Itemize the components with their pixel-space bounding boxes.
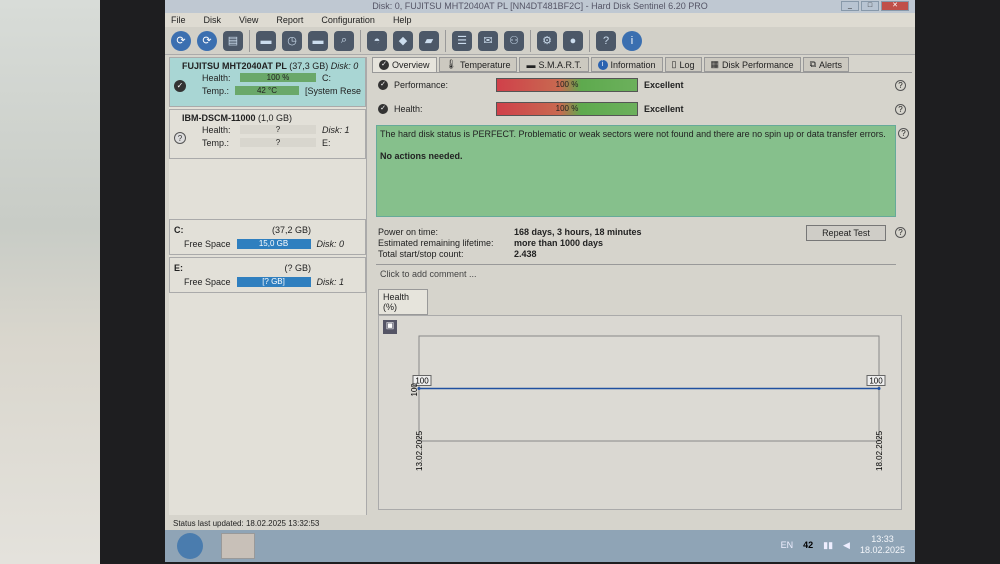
help-icon[interactable]: ? bbox=[895, 79, 906, 91]
alerts-icon: ⧉ bbox=[809, 59, 816, 69]
system-tray: EN 42 ▮▮ ◀ 13:33 18.02.2025 bbox=[780, 534, 905, 556]
data-label: 100 bbox=[869, 377, 883, 386]
disk-item-1[interactable]: IBM-DSCM-11000 (1,0 GB) ? Health:? Disk: … bbox=[169, 109, 366, 159]
help-icon[interactable]: ? bbox=[898, 128, 909, 139]
info-icon: i bbox=[597, 59, 608, 70]
disk-info: Power on time: Estimated remaining lifeti… bbox=[372, 217, 912, 260]
performance-row: ✓ Performance: 100 % Excellent? bbox=[372, 73, 912, 97]
network-icon[interactable]: ▮▮ bbox=[823, 540, 833, 551]
check-icon: ✓ bbox=[174, 80, 186, 92]
clock-time: 13:33 bbox=[871, 534, 894, 544]
thermometer-icon: 🌡 bbox=[445, 59, 457, 69]
background-wall bbox=[0, 0, 100, 564]
schedule-test-icon[interactable]: ◷ bbox=[282, 30, 302, 51]
check-icon: ✓ bbox=[379, 60, 389, 70]
tab-overview[interactable]: ✓ Overview bbox=[372, 57, 437, 72]
free-space-bar: 15,0 GB bbox=[236, 239, 311, 249]
window-controls: _ □ ✕ bbox=[841, 1, 909, 11]
y-tick-label: 100 bbox=[410, 383, 419, 397]
tab-alerts[interactable]: ⧉ Alerts bbox=[802, 57, 850, 72]
disk-list-panel: FUJITSU MHT2040AT PL (37,3 GB) Disk: 0 ✓… bbox=[169, 57, 367, 515]
x-tick-label: 18.02.2025 bbox=[875, 430, 884, 471]
tab-information[interactable]: i Information bbox=[590, 57, 663, 72]
taskbar-app-hdsentinel[interactable] bbox=[221, 533, 255, 559]
disk-icon[interactable]: ▤ bbox=[223, 30, 243, 51]
tab-smart[interactable]: ▬ S.M.A.R.T. bbox=[519, 57, 589, 72]
status-bar: Status last updated: 18.02.2025 13:32:53 bbox=[173, 519, 320, 528]
volume-e[interactable]: E: (? GB) Free Space [? GB] Disk: 1 bbox=[169, 257, 366, 293]
x-tick-label: 13.02.2025 bbox=[415, 430, 424, 471]
search-disk-icon[interactable]: ⌕ bbox=[334, 30, 354, 51]
help-icon[interactable]: ? bbox=[596, 30, 616, 51]
tab-log[interactable]: ▯ Log bbox=[664, 57, 702, 72]
drive-icon[interactable]: ◆ bbox=[393, 30, 413, 51]
clock[interactable]: 13:33 18.02.2025 bbox=[860, 534, 905, 556]
tab-bar: ✓ Overview 🌡 Temperature ▬ S.M.A.R.T. i Info… bbox=[372, 57, 912, 73]
chart-svg: 10013.02.202510018.02.2025100 bbox=[410, 335, 886, 471]
data-point bbox=[877, 387, 881, 390]
maximize-button[interactable]: □ bbox=[861, 1, 879, 11]
tab-temperature[interactable]: 🌡 Temperature bbox=[438, 57, 518, 72]
screen: Disk: 0, FUJITSU MHT2040AT PL [NN4DT481B… bbox=[165, 0, 915, 562]
alert-icon[interactable]: ● bbox=[563, 30, 583, 51]
refresh-icon[interactable]: ⟳ bbox=[171, 30, 191, 51]
test-icon[interactable]: ▬ bbox=[256, 30, 276, 51]
tab-health-chart[interactable]: Health (%) bbox=[378, 289, 428, 315]
menu-report[interactable]: Report bbox=[276, 13, 303, 27]
temp-bar: 42 °C bbox=[235, 86, 299, 95]
health-bar: 100 % bbox=[496, 102, 638, 116]
taskbar: EN 42 ▮▮ ◀ 13:33 18.02.2025 bbox=[165, 530, 915, 562]
info-icon[interactable]: i bbox=[622, 30, 642, 51]
toolbar: ⟳ ⟳ ▤ ▬ ◷ ▬ ⌕ ◓ ◆ ▰ ☰ ✉ ⚇ ⚙ ● ? i bbox=[165, 27, 915, 55]
comment-field[interactable]: Click to add comment ... bbox=[376, 264, 896, 283]
question-icon: ? bbox=[174, 132, 186, 144]
gear-icon[interactable]: ⚙ bbox=[537, 30, 557, 51]
check-icon: ✓ bbox=[378, 80, 388, 90]
dash-icon: ▬ bbox=[526, 59, 536, 70]
menu-help[interactable]: Help bbox=[393, 13, 412, 27]
menu-disk[interactable]: Disk bbox=[204, 13, 222, 27]
minimize-button[interactable]: _ bbox=[841, 1, 859, 11]
help-icon[interactable]: ? bbox=[895, 227, 906, 238]
surface-test-icon[interactable]: ▬ bbox=[308, 30, 328, 51]
health-bar: 100 % bbox=[240, 73, 316, 82]
menu-configuration[interactable]: Configuration bbox=[321, 13, 375, 27]
tray-temp[interactable]: 42 bbox=[803, 540, 813, 550]
status-box: The hard disk status is PERFECT. Problem… bbox=[376, 125, 909, 217]
free-space-bar: [? GB] bbox=[236, 277, 311, 287]
menu-bar: File Disk View Report Configuration Help bbox=[165, 13, 915, 27]
backup-icon[interactable]: ◓ bbox=[367, 30, 387, 51]
performance-bar: 100 % bbox=[496, 78, 638, 92]
report-icon[interactable]: ☰ bbox=[452, 30, 472, 51]
document-icon: ▯ bbox=[671, 59, 677, 69]
chart-icon: ▦ bbox=[710, 59, 720, 69]
tab-disk-performance[interactable]: ▦ Disk Performance bbox=[703, 57, 801, 72]
clock-date: 18.02.2025 bbox=[859, 545, 905, 555]
volume-c[interactable]: C: (37,2 GB) Free Space 15,0 GB Disk: 0 bbox=[169, 219, 366, 255]
volume-icon[interactable]: ◀ bbox=[843, 540, 850, 551]
window-title: Disk: 0, FUJITSU MHT2040AT PL [NN4DT481B… bbox=[165, 0, 915, 13]
export-icon[interactable]: ▰ bbox=[419, 30, 439, 51]
start-button[interactable] bbox=[177, 533, 203, 559]
email-icon[interactable]: ✉ bbox=[478, 30, 498, 51]
health-chart: ▣ 100 13.02.2025 100 18.02.2025 100 bbox=[378, 315, 902, 510]
help-icon[interactable]: ? bbox=[895, 103, 906, 115]
menu-file[interactable]: File bbox=[171, 13, 186, 27]
repeat-test-button[interactable]: Repeat Test bbox=[806, 225, 886, 241]
check-icon: ✓ bbox=[378, 104, 388, 114]
health-row: ✓ Health: 100 % Excellent? bbox=[372, 97, 912, 121]
disk-item-0[interactable]: FUJITSU MHT2040AT PL (37,3 GB) Disk: 0 ✓… bbox=[169, 57, 366, 107]
close-button[interactable]: ✕ bbox=[881, 1, 909, 11]
refresh-all-icon[interactable]: ⟳ bbox=[197, 30, 217, 51]
network-icon[interactable]: ⚇ bbox=[504, 30, 524, 51]
menu-view[interactable]: View bbox=[239, 13, 258, 27]
main-panel: ✓ Overview 🌡 Temperature ▬ S.M.A.R.T. i Info… bbox=[372, 57, 912, 515]
